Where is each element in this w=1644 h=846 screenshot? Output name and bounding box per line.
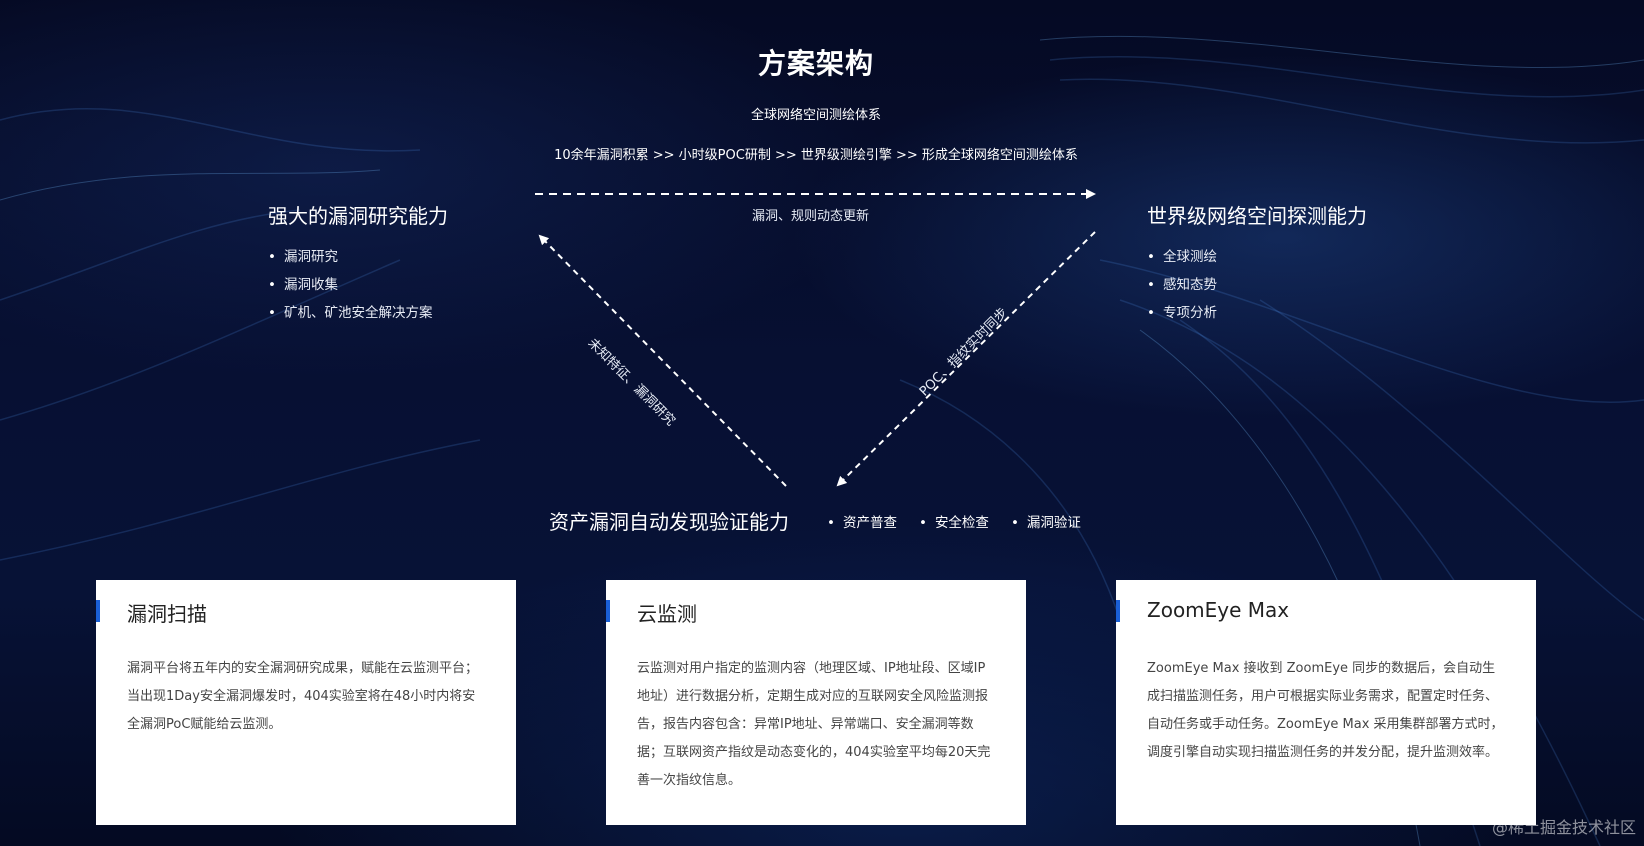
card-accent-bar — [96, 600, 100, 622]
right-capability: 世界级网络空间探测能力 全球测绘 感知态势 专项分析 — [1147, 200, 1367, 327]
list-item: 感知态势 — [1147, 271, 1367, 299]
list-item: 资产普查 — [827, 511, 897, 531]
left-capability-title: 强大的漏洞研究能力 — [268, 204, 448, 228]
right-capability-title: 世界级网络空间探测能力 — [1147, 204, 1367, 228]
card-title: ZoomEye Max — [1147, 598, 1290, 622]
card-title: 漏洞扫描 — [127, 602, 207, 626]
bottom-capability: 资产漏洞自动发现验证能力 资产普查 安全检查 漏洞验证 — [549, 506, 1081, 535]
bottom-capability-title: 资产漏洞自动发现验证能力 — [549, 510, 789, 534]
list-item: 全球测绘 — [1147, 243, 1367, 271]
card-zoomeye-max: ZoomEye Max ZoomEye Max 接收到 ZoomEye 同步的数… — [1116, 580, 1536, 825]
card-title: 云监测 — [637, 602, 697, 626]
card-body: 云监测对用户指定的监测内容（地理区域、IP地址段、区域IP地址）进行数据分析，定… — [637, 661, 991, 788]
list-item: 矿机、矿池安全解决方案 — [268, 299, 448, 327]
right-capability-list: 全球测绘 感知态势 专项分析 — [1147, 243, 1367, 327]
top-edge-label: 漏洞、规则动态更新 — [752, 209, 870, 224]
list-item: 漏洞收集 — [268, 271, 448, 299]
list-item: 安全检查 — [919, 511, 989, 531]
watermark: @稀土掘金技术社区 — [1491, 818, 1636, 837]
list-item: 专项分析 — [1147, 299, 1367, 327]
left-capability-list: 漏洞研究 漏洞收集 矿机、矿池安全解决方案 — [268, 243, 448, 327]
list-item: 漏洞研究 — [268, 243, 448, 271]
left-arrow — [538, 234, 787, 487]
bottom-capability-list: 资产普查 安全检查 漏洞验证 — [827, 511, 1081, 531]
card-accent-bar — [606, 600, 610, 622]
card-body: 漏洞平台将五年内的安全漏洞研究成果，赋能在云监测平台；当出现1Day安全漏洞爆发… — [127, 661, 479, 732]
card-cloud-monitor: 云监测 云监测对用户指定的监测内容（地理区域、IP地址段、区域IP地址）进行数据… — [606, 580, 1026, 825]
card-vuln-scan: 漏洞扫描 漏洞平台将五年内的安全漏洞研究成果，赋能在云监测平台；当出现1Day安… — [96, 580, 516, 825]
card-accent-bar — [1116, 600, 1120, 622]
left-capability: 强大的漏洞研究能力 漏洞研究 漏洞收集 矿机、矿池安全解决方案 — [268, 200, 448, 327]
card-body: ZoomEye Max 接收到 ZoomEye 同步的数据后，会自动生成扫描监测… — [1147, 661, 1504, 760]
list-item: 漏洞验证 — [1011, 511, 1081, 531]
